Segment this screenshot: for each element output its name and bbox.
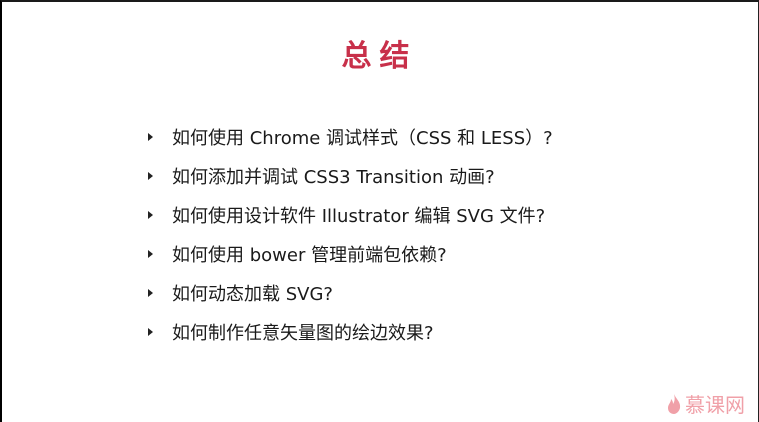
list-item: 如何制作任意矢量图的绘边效果?	[148, 312, 553, 351]
bullet-icon	[148, 171, 153, 180]
list-item: 如何添加并调试 CSS3 Transition 动画?	[148, 156, 553, 195]
bullet-icon	[148, 132, 153, 141]
list-item: 如何使用 bower 管理前端包依赖?	[148, 234, 553, 273]
list-item-text: 如何添加并调试 CSS3 Transition 动画?	[172, 166, 495, 188]
bullet-icon	[148, 249, 153, 258]
list-item-text: 如何使用 Chrome 调试样式（CSS 和 LESS）?	[172, 127, 553, 149]
watermark-text: 慕课网	[685, 393, 745, 417]
bullet-icon	[148, 327, 153, 336]
list-item-text: 如何使用设计软件 Illustrator 编辑 SVG 文件?	[172, 205, 546, 227]
list-item-text: 如何使用 bower 管理前端包依赖?	[172, 244, 447, 266]
list-item-text: 如何制作任意矢量图的绘边效果?	[172, 322, 434, 344]
list-item-text: 如何动态加载 SVG?	[172, 283, 333, 305]
bullet-icon	[148, 288, 153, 297]
watermark-logo: 慕课网	[667, 389, 745, 418]
list-item: 如何动态加载 SVG?	[148, 273, 553, 312]
list-item: 如何使用设计软件 Illustrator 编辑 SVG 文件?	[148, 195, 553, 234]
flame-icon	[668, 393, 681, 414]
slide-title: 总结	[341, 39, 418, 74]
list-item: 如何使用 Chrome 调试样式（CSS 和 LESS）?	[148, 117, 553, 156]
bullet-icon	[148, 210, 153, 219]
bullet-list: 如何使用 Chrome 调试样式（CSS 和 LESS）? 如何添加并调试 CS…	[148, 117, 553, 351]
